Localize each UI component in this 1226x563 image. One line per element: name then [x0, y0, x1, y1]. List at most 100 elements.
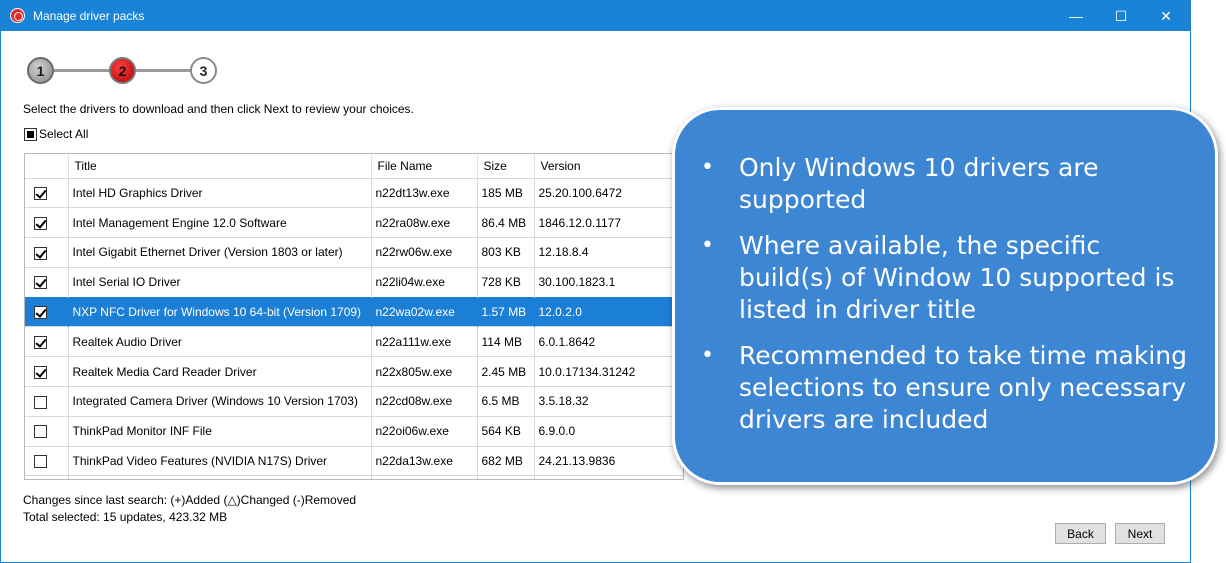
callout-bullet-text: Recommended to take time making selectio…: [739, 341, 1187, 434]
table-row[interactable]: Intel Gigabit Ethernet Driver (Version 1…: [25, 237, 683, 268]
cell-version: 24.21.13.9836: [534, 445, 683, 476]
cell-version: 30.100.1823.1: [534, 266, 683, 298]
column-header-title[interactable]: Title: [68, 154, 372, 178]
cell-title: Integrated Camera Driver (Windows 10 Ver…: [68, 386, 372, 417]
callout-bullet: • Recommended to take time making selecti…: [701, 340, 1201, 436]
cell-version: 10.0.17134.31242: [534, 356, 683, 387]
row-checkbox-cell[interactable]: [25, 326, 69, 357]
cell-size: 728 KB: [477, 266, 535, 298]
cell-version: 12.18.8.4: [534, 237, 683, 268]
row-checkbox-cell[interactable]: [25, 296, 69, 327]
cell-title: Intel HD Graphics Driver: [68, 177, 372, 208]
column-header-size[interactable]: Size: [477, 154, 535, 178]
cell-empty: [477, 475, 535, 479]
cell-version: 6.9.0.0: [534, 415, 683, 447]
driver-grid[interactable]: Title File Name Size Version Intel HD Gr…: [24, 153, 684, 480]
cell-empty: [371, 475, 478, 479]
select-all-checkbox[interactable]: Select All: [24, 127, 88, 141]
cell-file-name: n22li04w.exe: [371, 266, 478, 298]
cell-file-name: n22wa02w.exe: [371, 296, 478, 327]
next-button[interactable]: Next: [1115, 523, 1165, 544]
cell-title: Realtek Audio Driver: [68, 326, 372, 357]
row-checkbox-cell[interactable]: [25, 415, 69, 447]
column-header-file-name[interactable]: File Name: [371, 154, 478, 178]
checkbox-checked-icon[interactable]: [34, 306, 47, 320]
cell-title: ThinkPad Video Features (NVIDIA N17S) Dr…: [68, 445, 372, 476]
step-2-indicator-active: 2: [109, 57, 136, 84]
grid-header-row: Title File Name Size Version: [25, 154, 683, 178]
bullet-icon: •: [701, 343, 714, 368]
callout-bullet-text: Where available, the specific build(s) o…: [739, 231, 1175, 324]
checkbox-checked-icon[interactable]: [34, 336, 47, 350]
cell-version: 3.5.18.32: [534, 386, 683, 417]
column-header-version[interactable]: Version: [534, 154, 683, 178]
step-connector: [133, 69, 195, 72]
cell-size: 682 MB: [477, 445, 535, 476]
row-checkbox-cell[interactable]: [25, 207, 69, 238]
cell-file-name: n22rw06w.exe: [371, 237, 478, 268]
cell-file-name: n22da13w.exe: [371, 445, 478, 476]
table-row[interactable]: Intel Management Engine 12.0 Software n22…: [25, 207, 683, 238]
cell-size: 114 MB: [477, 326, 535, 357]
select-all-indeterminate-icon[interactable]: [24, 127, 37, 141]
row-checkbox-cell[interactable]: [25, 356, 69, 387]
cell-title: NXP NFC Driver for Windows 10 64-bit (Ve…: [68, 296, 372, 327]
app-icon: [10, 8, 25, 23]
checkbox-checked-icon[interactable]: [34, 276, 47, 290]
bullet-icon: •: [701, 233, 714, 258]
maximize-icon[interactable]: ☐: [1098, 1, 1144, 31]
title-bar[interactable]: Manage driver packs — ☐ ✕: [1, 1, 1190, 31]
row-checkbox-cell[interactable]: [25, 177, 69, 208]
checkbox-unchecked-icon[interactable]: [34, 425, 47, 439]
cell-empty: [25, 475, 69, 479]
column-header-checkbox[interactable]: [25, 154, 69, 178]
cell-file-name: n22dt13w.exe: [371, 177, 478, 208]
wizard-steps: 1 2 3: [27, 57, 227, 85]
checkbox-checked-icon[interactable]: [34, 216, 47, 230]
cell-size: 803 KB: [477, 237, 535, 268]
cell-title: ThinkPad Monitor INF File: [68, 415, 372, 447]
step-connector: [51, 69, 113, 72]
table-row[interactable]: Integrated Camera Driver (Windows 10 Ver…: [25, 386, 683, 417]
table-row[interactable]: Realtek Media Card Reader Driver n22x805w…: [25, 356, 683, 387]
cell-version: 6.0.1.8642: [534, 326, 683, 357]
table-row[interactable]: ThinkPad Video Features (NVIDIA N17S) Dr…: [25, 445, 683, 476]
step-1-indicator: 1: [27, 57, 54, 84]
cell-file-name: n22a111w.exe: [371, 326, 478, 357]
callout-bullet: • Where available, the specific build(s) …: [701, 230, 1201, 326]
checkbox-checked-icon[interactable]: [34, 246, 47, 260]
checkbox-checked-icon[interactable]: [34, 187, 47, 201]
row-checkbox-cell[interactable]: [25, 237, 69, 268]
row-checkbox-cell[interactable]: [25, 386, 69, 417]
cell-file-name: n22ra08w.exe: [371, 207, 478, 238]
row-checkbox-cell[interactable]: [25, 445, 69, 476]
cell-size: 185 MB: [477, 177, 535, 208]
back-button[interactable]: Back: [1055, 523, 1106, 544]
table-row[interactable]: NXP NFC Driver for Windows 10 64-bit (Ve…: [25, 296, 683, 327]
checkbox-unchecked-icon[interactable]: [34, 455, 47, 469]
row-checkbox-cell[interactable]: [25, 266, 69, 298]
checkbox-checked-icon[interactable]: [34, 365, 47, 379]
changes-legend: Changes since last search: (+)Added (△)C…: [23, 493, 357, 507]
minimize-icon[interactable]: —: [1053, 1, 1099, 31]
table-row[interactable]: Realtek Audio Driver n22a111w.exe 114 MB 6.…: [25, 326, 683, 357]
table-row[interactable]: ThinkPad Monitor INF File n22oi06w.exe 564…: [25, 415, 683, 447]
callout-bullet-list: • Only Windows 10 drivers are supported • W…: [701, 152, 1201, 450]
table-row[interactable]: Intel Serial IO Driver n22li04w.exe 728 KB…: [25, 266, 683, 298]
total-selected: Total selected: 15 updates, 423.32 MB: [23, 510, 228, 524]
table-row[interactable]: Intel HD Graphics Driver n22dt13w.exe 185 …: [25, 177, 683, 208]
table-row-partial[interactable]: [25, 475, 683, 479]
cell-empty: [68, 475, 372, 479]
cell-size: 2.45 MB: [477, 356, 535, 387]
close-icon[interactable]: ✕: [1143, 1, 1189, 31]
cell-version: 25.20.100.6472: [534, 177, 683, 208]
callout-bullet: • Only Windows 10 drivers are supported: [701, 152, 1201, 216]
step-3-indicator: 3: [190, 57, 217, 84]
cell-file-name: n22cd08w.exe: [371, 386, 478, 417]
cell-size: 6.5 MB: [477, 386, 535, 417]
checkbox-unchecked-icon[interactable]: [34, 395, 47, 409]
cell-title: Intel Gigabit Ethernet Driver (Version 1…: [68, 237, 372, 268]
callout-bullet-text: Only Windows 10 drivers are supported: [739, 153, 1099, 214]
callout-annotation: • Only Windows 10 drivers are supported • W…: [672, 107, 1218, 485]
cell-version: 12.0.2.0: [534, 296, 683, 327]
